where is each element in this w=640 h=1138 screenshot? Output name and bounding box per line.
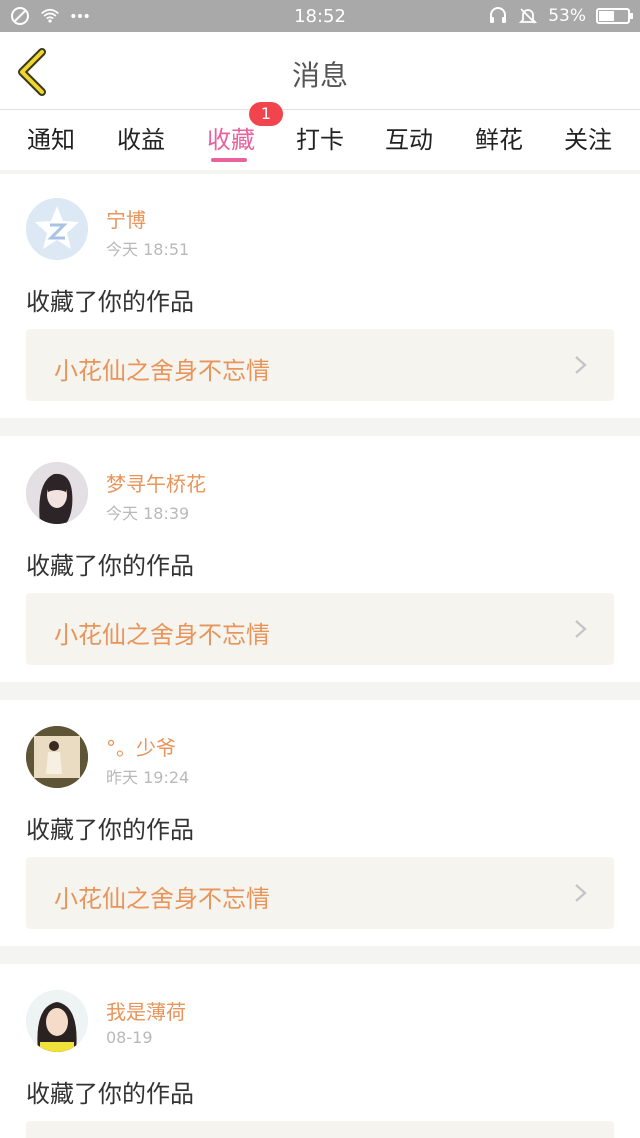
tab-checkin[interactable]: 打卡 [288, 120, 352, 155]
timestamp: 今天 18:39 [106, 504, 190, 523]
tab-earnings[interactable]: 收益 [109, 120, 173, 155]
nav-bar: 消息 [0, 32, 640, 110]
tab-interaction[interactable]: 互动 [377, 120, 441, 155]
work-link[interactable]: 小花仙之舍身不忘情 [26, 857, 614, 929]
timestamp: 今天 18:51 [106, 240, 190, 259]
user-photo-icon [26, 726, 88, 788]
tab-bar: 通知 收益 收藏 打卡 互动 鲜花 关注 [0, 110, 640, 170]
user-photo-icon [26, 990, 88, 1052]
active-tab-indicator [211, 158, 247, 162]
action-text: 收藏了你的作品 [26, 288, 194, 316]
work-title: 小花仙之舍身不忘情 [54, 357, 270, 385]
chevron-right-icon [575, 356, 587, 374]
list-item: 我是薄荷 08-19 收藏了你的作品 [0, 964, 640, 1138]
avatar[interactable] [26, 990, 88, 1052]
mute-bell-icon [519, 8, 538, 24]
tab-label: 鲜花 [475, 126, 523, 154]
work-title: 小花仙之舍身不忘情 [54, 621, 270, 649]
tab-notice[interactable]: 通知 [19, 120, 83, 155]
tab-favorites[interactable]: 收藏 [199, 120, 263, 162]
avatar[interactable] [26, 198, 88, 260]
tab-label: 关注 [564, 126, 612, 154]
star-z-icon [26, 198, 88, 260]
battery-icon [596, 8, 633, 24]
timestamp: 昨天 19:24 [106, 768, 190, 787]
user-name[interactable]: 我是薄荷 [106, 996, 186, 1025]
status-bar: 18:52 53% [0, 0, 640, 32]
tab-follow[interactable]: 关注 [556, 120, 620, 155]
list-item: 宁博 今天 18:51 收藏了你的作品 小花仙之舍身不忘情 [0, 174, 640, 418]
list-item: 梦寻午桥花 今天 18:39 收藏了你的作品 小花仙之舍身不忘情 [0, 436, 640, 682]
user-name[interactable]: 宁博 [106, 204, 146, 233]
tab-label: 收藏 [207, 126, 255, 154]
tab-label: 通知 [27, 126, 75, 154]
action-text: 收藏了你的作品 [26, 1080, 194, 1108]
chevron-right-icon [575, 620, 587, 638]
battery-percent: 53% [548, 6, 586, 26]
tab-label: 打卡 [296, 126, 344, 154]
work-link[interactable]: 小花仙之舍身不忘情 [26, 329, 614, 401]
tab-flowers[interactable]: 鲜花 [467, 120, 531, 155]
tab-label: 互动 [385, 126, 433, 154]
chevron-right-icon [575, 884, 587, 902]
list-item: °。少爷 昨天 19:24 收藏了你的作品 小花仙之舍身不忘情 [0, 700, 640, 946]
action-text: 收藏了你的作品 [26, 816, 194, 844]
user-name[interactable]: °。少爷 [106, 732, 176, 761]
action-text: 收藏了你的作品 [26, 552, 194, 580]
work-link[interactable] [26, 1121, 614, 1138]
page-title: 消息 [291, 59, 348, 92]
avatar[interactable] [26, 726, 88, 788]
timestamp: 08-19 [106, 1028, 153, 1047]
unread-badge: 1 [249, 102, 283, 126]
headset-icon [490, 7, 507, 23]
work-link[interactable]: 小花仙之舍身不忘情 [26, 593, 614, 665]
tab-label: 收益 [117, 126, 165, 154]
user-name[interactable]: 梦寻午桥花 [106, 468, 206, 497]
user-photo-icon [26, 462, 88, 524]
avatar[interactable] [26, 462, 88, 524]
work-title: 小花仙之舍身不忘情 [54, 885, 270, 913]
